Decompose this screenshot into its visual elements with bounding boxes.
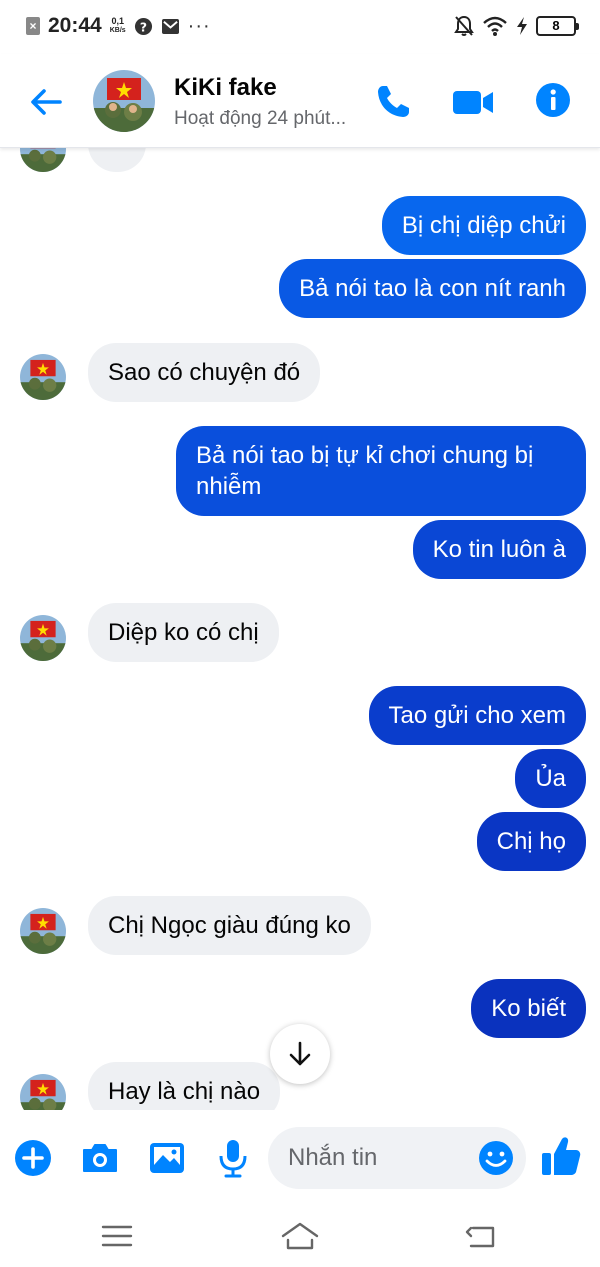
- contact-name[interactable]: KiKi fake: [174, 74, 277, 102]
- sender-avatar: [20, 615, 66, 661]
- back-icon[interactable]: [463, 1218, 503, 1254]
- message-bubble-in[interactable]: Chị Ngọc giàu đúng ko: [88, 896, 371, 955]
- image-icon[interactable]: [147, 1138, 187, 1178]
- network-speed-value: 0,1: [111, 16, 124, 26]
- more-notifications: ···: [187, 14, 211, 37]
- contact-avatar[interactable]: [93, 70, 155, 132]
- message-composer: Nhắn tin: [0, 1110, 600, 1206]
- scroll-to-bottom-button[interactable]: [270, 1024, 330, 1084]
- contact-status: Hoạt động 24 phút...: [174, 108, 347, 129]
- message-bubble-out[interactable]: Ko biết: [471, 979, 586, 1038]
- message-bubble-out[interactable]: Bả nói tao là con nít ranh: [279, 259, 586, 318]
- status-bar: × 20:44 0,1 KB/s ? ··· 8: [0, 0, 600, 54]
- avatar-image: [20, 148, 66, 172]
- mute-bell-icon: [454, 15, 474, 36]
- back-arrow-icon[interactable]: [26, 82, 66, 122]
- info-icon[interactable]: [535, 82, 571, 118]
- like-icon[interactable]: [540, 1134, 582, 1178]
- plus-icon[interactable]: [13, 1138, 53, 1178]
- phone-icon[interactable]: [373, 82, 413, 122]
- camera-icon[interactable]: [80, 1138, 120, 1178]
- notification-icon: ×: [26, 17, 40, 35]
- message-list[interactable]: Bị chị diệp chửi Bả nói tao là con nít r…: [0, 148, 600, 1110]
- chat-header: KiKi fake Hoạt động 24 phút...: [0, 54, 600, 148]
- microphone-icon[interactable]: [213, 1138, 253, 1178]
- avatar-image: [20, 615, 66, 661]
- avatar-image: [93, 70, 155, 132]
- message-bubble-in[interactable]: Hay là chị nào: [88, 1062, 281, 1110]
- message-bubble-in[interactable]: Sao có chuyện đó: [88, 343, 321, 402]
- svg-text:?: ?: [140, 20, 147, 34]
- battery-level: 8: [536, 16, 579, 36]
- status-time: 20:44: [48, 14, 102, 37]
- sender-avatar: [20, 354, 66, 400]
- home-icon[interactable]: [280, 1218, 320, 1254]
- mail-icon: [161, 18, 179, 34]
- message-input-placeholder: Nhắn tin: [288, 1144, 378, 1171]
- message-bubble-out[interactable]: Ko tin luôn à: [412, 520, 586, 579]
- message-bubble-partial: [88, 148, 146, 172]
- avatar-image: [20, 354, 66, 400]
- message-bubble-out[interactable]: Chị họ: [476, 812, 586, 871]
- message-input[interactable]: Nhắn tin: [268, 1127, 526, 1189]
- message-bubble-out[interactable]: Bị chị diệp chửi: [381, 196, 586, 255]
- menu-icon[interactable]: [97, 1218, 137, 1254]
- charging-icon: [517, 17, 527, 35]
- sender-avatar: [20, 1074, 66, 1110]
- video-camera-icon[interactable]: [451, 82, 495, 122]
- avatar-image: [20, 1074, 66, 1110]
- message-bubble-out[interactable]: Bả nói tao bị tự kỉ chơi chung bị nhiễm: [176, 426, 586, 516]
- arrow-down-icon: [289, 1041, 311, 1066]
- sender-avatar: [20, 148, 66, 172]
- system-nav-bar: [0, 1206, 600, 1267]
- help-icon: ?: [134, 17, 152, 35]
- message-bubble-in[interactable]: Diệp ko có chị: [88, 603, 279, 662]
- message-bubble-out[interactable]: Ủa: [515, 749, 586, 808]
- network-speed: 0,1 KB/s: [110, 17, 126, 35]
- wifi-icon: [483, 16, 507, 36]
- emoji-icon[interactable]: [477, 1139, 515, 1177]
- avatar-image: [20, 908, 66, 954]
- network-speed-unit: KB/s: [109, 27, 126, 34]
- message-bubble-out[interactable]: Tao gửi cho xem: [368, 686, 586, 745]
- sender-avatar: [20, 908, 66, 954]
